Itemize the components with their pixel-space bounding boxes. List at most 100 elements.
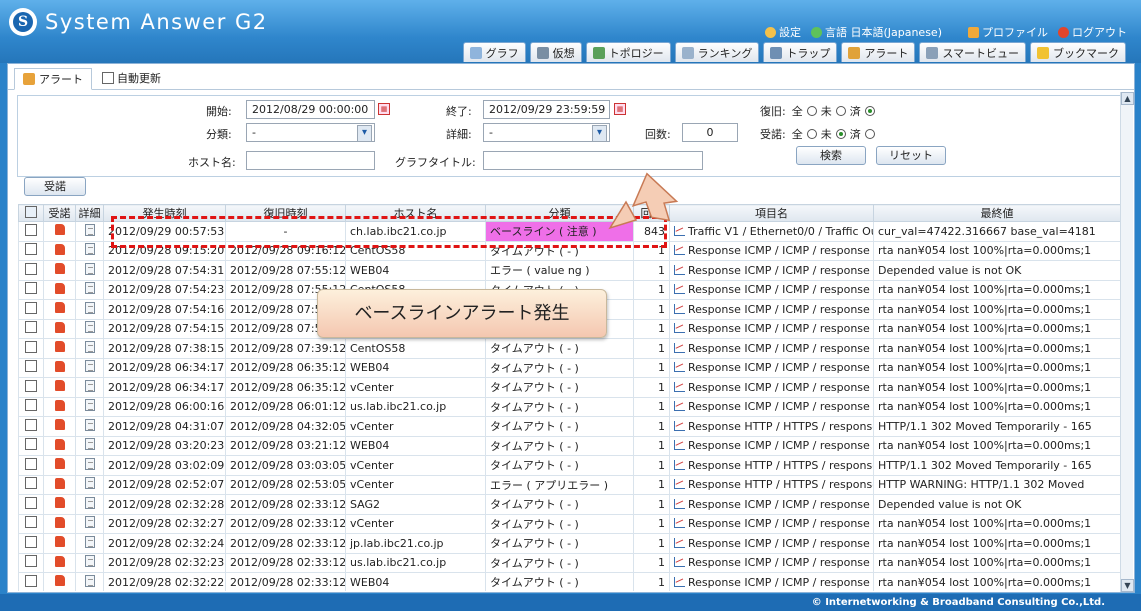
flag-icon[interactable] bbox=[54, 477, 65, 489]
chart-icon[interactable] bbox=[674, 381, 685, 392]
detail-doc[interactable] bbox=[75, 318, 104, 339]
flag-icon[interactable] bbox=[54, 243, 65, 255]
row-checkbox[interactable] bbox=[25, 418, 37, 431]
flag-icon[interactable] bbox=[54, 516, 65, 528]
detail-doc[interactable] bbox=[75, 435, 104, 456]
ack-flag[interactable] bbox=[43, 221, 76, 242]
ack-flag[interactable] bbox=[43, 318, 76, 339]
detail-doc[interactable] bbox=[75, 260, 104, 281]
detail-doc[interactable] bbox=[75, 279, 104, 300]
category-select[interactable]: - bbox=[246, 123, 375, 142]
detail-doc[interactable] bbox=[75, 533, 104, 554]
document-icon[interactable] bbox=[84, 477, 95, 490]
table-row[interactable]: 2012/09/28 02:32:23 2012/09/28 02:33:12 us… bbox=[18, 552, 1120, 573]
restore-not-radio[interactable] bbox=[835, 106, 846, 116]
chart-icon[interactable] bbox=[674, 576, 685, 587]
row-checkbox[interactable] bbox=[18, 572, 44, 591]
ack-flag[interactable] bbox=[43, 533, 76, 554]
flag-icon[interactable] bbox=[54, 575, 65, 587]
flag-icon[interactable] bbox=[54, 321, 65, 333]
row-checkbox[interactable] bbox=[18, 494, 44, 515]
tab-trap[interactable]: トラップ bbox=[763, 42, 838, 62]
row-checkbox[interactable] bbox=[18, 396, 44, 417]
row-checkbox[interactable] bbox=[25, 223, 37, 236]
table-row[interactable]: 2012/09/28 07:38:15 2012/09/28 07:39:12 Ce… bbox=[18, 338, 1120, 359]
row-checkbox[interactable] bbox=[18, 552, 44, 573]
ack-flag[interactable] bbox=[43, 240, 76, 261]
table-row[interactable]: 2012/09/28 02:32:27 2012/09/28 02:33:12 vC… bbox=[18, 513, 1120, 534]
ack-flag[interactable] bbox=[43, 552, 76, 573]
row-checkbox[interactable] bbox=[25, 535, 37, 548]
detail-doc[interactable] bbox=[75, 299, 104, 320]
document-icon[interactable] bbox=[84, 555, 95, 568]
row-checkbox[interactable] bbox=[18, 318, 44, 339]
document-icon[interactable] bbox=[84, 535, 95, 548]
chart-icon[interactable] bbox=[674, 479, 685, 490]
row-checkbox[interactable] bbox=[18, 513, 44, 534]
flag-icon[interactable] bbox=[54, 419, 65, 431]
end-date-input[interactable]: 2012/09/29 23:59:59 bbox=[483, 100, 610, 119]
table-row[interactable]: 2012/09/28 02:32:22 2012/09/28 02:33:12 WE… bbox=[18, 572, 1120, 591]
detail-doc[interactable] bbox=[75, 416, 104, 437]
ack-flag[interactable] bbox=[43, 572, 76, 591]
col-last-value[interactable]: 最終値 bbox=[873, 204, 1120, 222]
row-checkbox[interactable] bbox=[25, 399, 37, 412]
ack-flag[interactable] bbox=[43, 377, 76, 398]
row-checkbox[interactable] bbox=[25, 574, 37, 587]
flag-icon[interactable] bbox=[54, 263, 65, 275]
table-row[interactable]: 2012/09/28 06:34:17 2012/09/28 06:35:12 vC… bbox=[18, 377, 1120, 398]
col-detail[interactable]: 詳細 bbox=[75, 204, 104, 222]
ack-flag[interactable] bbox=[43, 357, 76, 378]
vertical-scrollbar[interactable]: ▲ ▼ bbox=[1120, 92, 1134, 592]
detail-doc[interactable] bbox=[75, 572, 104, 591]
row-checkbox[interactable] bbox=[25, 360, 37, 373]
graph-title-input[interactable] bbox=[483, 151, 703, 170]
table-row[interactable]: 2012/09/28 04:31:07 2012/09/28 04:32:05 vC… bbox=[18, 416, 1120, 437]
detail-doc[interactable] bbox=[75, 474, 104, 495]
detail-doc[interactable] bbox=[75, 377, 104, 398]
row-checkbox[interactable] bbox=[25, 438, 37, 451]
document-icon[interactable] bbox=[84, 243, 95, 256]
row-checkbox[interactable] bbox=[18, 435, 44, 456]
tab-topology[interactable]: トポロジー bbox=[585, 42, 671, 62]
chart-icon[interactable] bbox=[674, 245, 685, 256]
host-input[interactable] bbox=[246, 151, 375, 170]
ack-flag[interactable] bbox=[43, 279, 76, 300]
document-icon[interactable] bbox=[84, 418, 95, 431]
ack-flag[interactable] bbox=[43, 299, 76, 320]
row-checkbox[interactable] bbox=[25, 555, 37, 568]
row-checkbox[interactable] bbox=[18, 416, 44, 437]
chart-icon[interactable] bbox=[674, 303, 685, 314]
table-row[interactable]: 2012/09/28 03:20:23 2012/09/28 03:21:12 WE… bbox=[18, 435, 1120, 456]
document-icon[interactable] bbox=[84, 379, 95, 392]
row-checkbox[interactable] bbox=[25, 379, 37, 392]
col-ack[interactable]: 受諾 bbox=[43, 204, 76, 222]
chart-icon[interactable] bbox=[674, 420, 685, 431]
table-row[interactable]: 2012/09/28 07:54:31 2012/09/28 07:55:12 WE… bbox=[18, 260, 1120, 281]
chart-icon[interactable] bbox=[674, 518, 685, 529]
row-checkbox[interactable] bbox=[25, 243, 37, 256]
document-icon[interactable] bbox=[84, 301, 95, 314]
detail-doc[interactable] bbox=[75, 552, 104, 573]
chart-icon[interactable] bbox=[674, 323, 685, 334]
chart-icon[interactable] bbox=[674, 264, 685, 275]
row-checkbox[interactable] bbox=[18, 279, 44, 300]
row-checkbox[interactable] bbox=[25, 457, 37, 470]
ack-flag[interactable] bbox=[43, 474, 76, 495]
ack-flag[interactable] bbox=[43, 494, 76, 515]
ack-done-radio[interactable] bbox=[864, 129, 875, 139]
document-icon[interactable] bbox=[84, 282, 95, 295]
profile-link[interactable]: プロファイル bbox=[968, 24, 1048, 40]
select-all-checkbox[interactable] bbox=[25, 205, 37, 218]
detail-doc[interactable] bbox=[75, 396, 104, 417]
scroll-up-icon[interactable]: ▲ bbox=[1121, 92, 1134, 105]
auto-update-checkbox[interactable] bbox=[102, 72, 114, 84]
detail-doc[interactable] bbox=[75, 221, 104, 242]
flag-icon[interactable] bbox=[54, 380, 65, 392]
ack-flag[interactable] bbox=[43, 338, 76, 359]
chart-icon[interactable] bbox=[674, 459, 685, 470]
detail-doc[interactable] bbox=[75, 338, 104, 359]
document-icon[interactable] bbox=[84, 399, 95, 412]
count-input[interactable]: 0 bbox=[682, 123, 738, 142]
document-icon[interactable] bbox=[84, 223, 95, 236]
